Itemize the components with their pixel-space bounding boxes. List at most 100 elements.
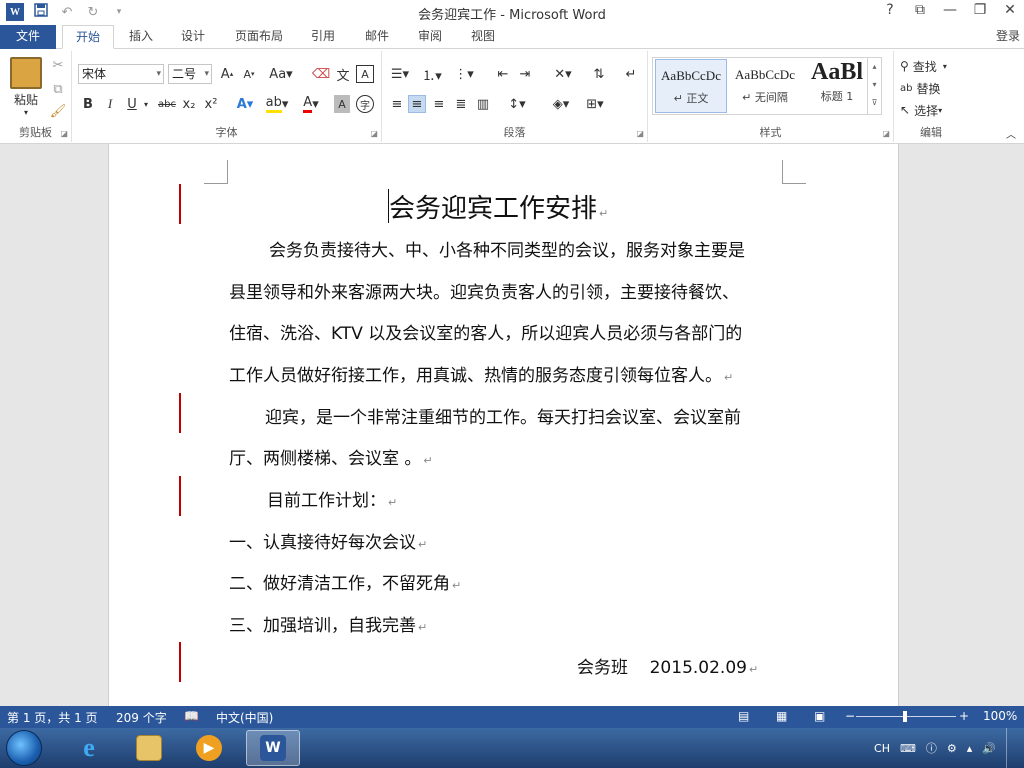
strikethrough-icon[interactable]: abc (156, 95, 178, 113)
keyboard-icon[interactable]: ⌨ (900, 742, 916, 755)
character-border-icon[interactable]: A (356, 65, 374, 83)
show-hidden-icons-icon[interactable]: ▴ (967, 742, 973, 755)
settings-tray-icon[interactable]: ⚙ (947, 742, 957, 755)
italic-icon[interactable]: I (102, 95, 118, 113)
body-line[interactable]: 会务负责接待大、中、小各种不同类型的会议，服务对象主要是 (269, 236, 745, 261)
subscript-icon[interactable]: x₂ (180, 95, 198, 113)
text-effects-icon[interactable]: A▾ (232, 95, 258, 113)
help-icon[interactable]: ? (882, 2, 898, 18)
select-button[interactable]: ↖ 选择 ▾ (900, 101, 942, 119)
style-normal[interactable]: AaBbCcDc ↵ 正文 (655, 59, 727, 113)
help-tray-icon[interactable]: ⓘ (926, 740, 937, 756)
minimize-button[interactable]: — (942, 2, 958, 18)
tab-design[interactable]: 设计 (172, 25, 214, 49)
highlight-color-icon[interactable]: ab ▾ (264, 95, 290, 113)
font-size-combo[interactable]: 二号 ▾ (168, 64, 212, 84)
document-page[interactable]: 会务迎宾工作安排 ↵ 会务负责接待大、中、小各种不同类型的会议，服务对象主要是 县… (108, 144, 899, 706)
proofing-icon[interactable]: 📖 (184, 709, 199, 723)
font-color-icon[interactable]: A ▾ (298, 95, 324, 113)
borders-icon[interactable]: ⊞▾ (582, 95, 608, 113)
find-button[interactable]: ⚲ 查找 ▾ (900, 57, 947, 75)
taskbar-internet-explorer[interactable]: e (62, 730, 116, 766)
ribbon-display-options-icon[interactable]: ⧉ (912, 2, 928, 18)
copy-icon[interactable]: ⧉ (50, 81, 66, 97)
tab-mailings[interactable]: 邮件 (356, 25, 398, 49)
signature-line[interactable]: 会务班 2015.02.09 ↵ (577, 653, 758, 678)
zoom-out-icon[interactable]: − (845, 709, 855, 723)
restore-button[interactable]: ❐ (972, 2, 988, 18)
increase-indent-icon[interactable]: ⇥ (516, 65, 534, 83)
tab-review[interactable]: 审阅 (409, 25, 451, 49)
list-item[interactable]: 三、加强培训，自我完善 ↵ (229, 611, 427, 636)
justify-icon[interactable]: ≣ (452, 95, 470, 113)
styles-launcher-icon[interactable]: ◪ (882, 129, 890, 138)
character-shading-icon[interactable]: A (334, 95, 350, 113)
line-spacing-icon[interactable]: ↕▾ (504, 95, 530, 113)
grow-font-icon[interactable]: A ▴ (218, 65, 236, 83)
tab-insert[interactable]: 插入 (120, 25, 162, 49)
zoom-level[interactable]: 100% (983, 709, 1017, 723)
start-button[interactable] (6, 730, 42, 766)
body-line[interactable]: 厅、两侧楼梯、会议室 。 ↵ (229, 444, 433, 469)
read-mode-icon[interactable]: ▤ (738, 709, 749, 723)
print-layout-icon[interactable]: ▦ (776, 709, 787, 723)
underline-dropdown-icon[interactable]: ▾ (142, 95, 150, 113)
paste-dropdown-icon[interactable]: ▾ (20, 107, 32, 117)
zoom-slider-thumb[interactable] (903, 711, 907, 722)
sort-icon[interactable]: ⇅ (590, 65, 608, 83)
page-count[interactable]: 第 1 页，共 1 页 (7, 709, 98, 726)
decrease-indent-icon[interactable]: ⇤ (494, 65, 512, 83)
close-button[interactable]: ✕ (1002, 2, 1018, 18)
format-painter-icon[interactable]: 🖌 (50, 103, 67, 119)
clipboard-launcher-icon[interactable]: ◪ (60, 129, 68, 138)
body-line[interactable]: 目前工作计划： ↵ (267, 486, 397, 511)
language-indicator[interactable]: 中文(中国) (216, 709, 273, 726)
sign-in-link[interactable]: 登录 (996, 27, 1020, 44)
chinese-layout-icon[interactable]: ✕▾ (550, 65, 576, 83)
cut-icon[interactable]: ✂ (50, 57, 66, 73)
body-line[interactable]: 迎宾，是一个非常注重细节的工作。每天打扫会议室、会议室前 (265, 403, 741, 428)
zoom-in-icon[interactable]: + (959, 709, 969, 723)
style-no-spacing[interactable]: AaBbCcDc ↵ 无间隔 (729, 59, 801, 113)
shading-icon[interactable]: ◈▾ (548, 95, 574, 113)
numbering-icon[interactable]: ⒈▾ (420, 65, 444, 84)
enclose-characters-icon[interactable]: 字 (356, 95, 374, 113)
tab-home[interactable]: 开始 (62, 25, 114, 49)
body-line[interactable]: 工作人员做好衔接工作，用真诚、热情的服务态度引领每位客人。 ↵ (229, 361, 733, 386)
list-item[interactable]: 二、做好清洁工作，不留死角 ↵ (229, 569, 461, 594)
bullets-icon[interactable]: ☰▾ (388, 65, 412, 83)
collapse-ribbon-icon[interactable]: ︿ (1004, 127, 1018, 141)
multilevel-list-icon[interactable]: ⋮▾ (452, 65, 476, 83)
paragraph-launcher-icon[interactable]: ◪ (636, 129, 644, 138)
taskbar-word[interactable]: W (246, 730, 300, 766)
body-line[interactable]: 住宿、洗浴、KTV 以及会议室的客人，所以迎宾人员必须与各部门的 (229, 319, 742, 344)
superscript-icon[interactable]: x² (202, 95, 220, 113)
word-count[interactable]: 209 个字 (116, 709, 167, 726)
phonetic-guide-icon[interactable]: 文 (334, 65, 352, 84)
clear-formatting-icon[interactable]: ⌫ (312, 65, 330, 83)
taskbar-media-player[interactable]: ▶ (182, 730, 236, 766)
taskbar-explorer[interactable] (122, 730, 176, 766)
align-left-icon[interactable]: ≡ (388, 95, 406, 113)
paste-button[interactable]: 粘贴 (8, 91, 44, 107)
shrink-font-icon[interactable]: A ▾ (240, 65, 258, 83)
ime-indicator[interactable]: CH (874, 742, 890, 755)
tab-references[interactable]: 引用 (302, 25, 344, 49)
replace-button[interactable]: ab 替换 (900, 79, 941, 97)
paste-icon[interactable] (10, 57, 42, 89)
change-case-icon[interactable]: Aa▾ (268, 65, 294, 83)
align-center-icon[interactable]: ≡ (408, 95, 426, 113)
style-heading-1[interactable]: AaBl 标题 1 (801, 59, 873, 113)
font-launcher-icon[interactable]: ◪ (370, 129, 378, 138)
show-desktop-button[interactable] (1006, 728, 1014, 768)
show-hide-marks-icon[interactable]: ↵ (622, 65, 640, 83)
bold-icon[interactable]: B (80, 95, 96, 113)
chevron-down-icon[interactable]: ▾ (204, 65, 209, 83)
tab-page-layout[interactable]: 页面布局 (226, 25, 292, 49)
web-layout-icon[interactable]: ▣ (814, 709, 825, 723)
volume-icon[interactable]: 🔊 (982, 742, 996, 755)
align-right-icon[interactable]: ≡ (430, 95, 448, 113)
tab-view[interactable]: 视图 (462, 25, 504, 49)
distributed-icon[interactable]: ▥ (474, 95, 492, 113)
tab-file[interactable]: 文件 (0, 25, 56, 49)
